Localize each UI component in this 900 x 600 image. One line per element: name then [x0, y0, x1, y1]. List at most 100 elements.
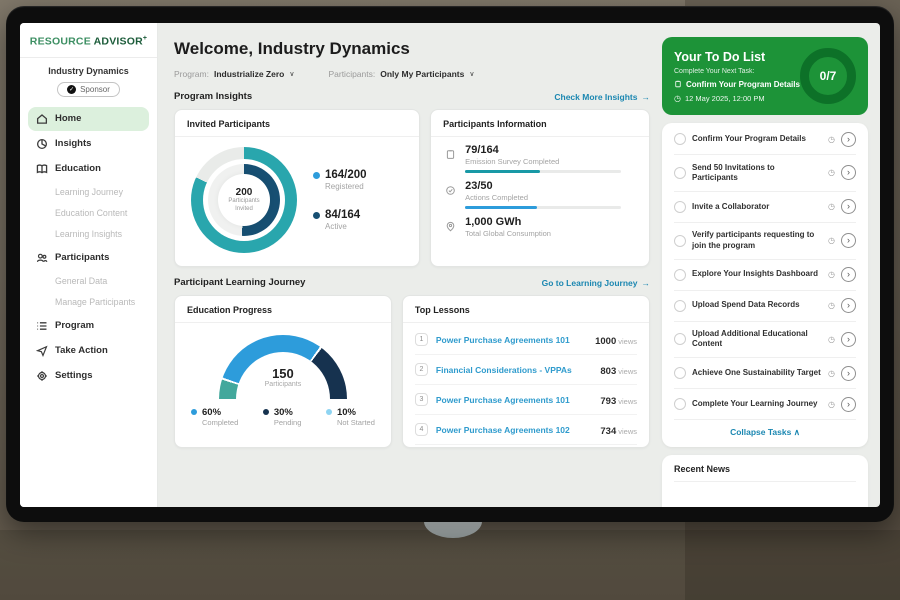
collapse-tasks-link[interactable]: Collapse Tasks ∧ — [674, 420, 856, 440]
chevron-right-button[interactable]: › — [841, 132, 856, 147]
participants-dropdown[interactable]: Participants: Only My Participants ∨ — [328, 69, 474, 79]
gauge-center-value: 150 — [272, 366, 294, 381]
sidebar-item-home[interactable]: Home — [28, 107, 149, 131]
task-row[interactable]: Upload Additional Educational Content ◷ … — [674, 322, 856, 359]
donut-center-label: Invited — [235, 206, 253, 214]
views-unit: views — [618, 337, 637, 346]
home-icon — [36, 113, 48, 125]
sidebar-item-label: Education — [55, 163, 101, 174]
education-legend: 60% Completed 30% Pending 10% Not Starte… — [175, 401, 391, 427]
todo-next-task: Confirm Your Program Details — [674, 80, 800, 89]
views-unit: views — [618, 427, 637, 436]
link-label: Go to Learning Journey — [542, 278, 638, 288]
task-row[interactable]: Verify participants requesting to join t… — [674, 223, 856, 260]
check-more-insights-link[interactable]: Check More Insights → — [554, 92, 650, 102]
lesson-link[interactable]: Financial Considerations - VPPAs — [436, 365, 592, 375]
chevron-right-button[interactable]: › — [841, 397, 856, 412]
chevron-down-icon: ∨ — [469, 70, 474, 78]
todo-datetime-label: 12 May 2025, 12:00 PM — [685, 94, 765, 103]
sidebar-item-program[interactable]: Program — [28, 314, 149, 338]
monitor-bezel: RESOURCE ADVISOR+ Industry Dynamics ✓ Sp… — [6, 6, 894, 522]
chevron-right-button[interactable]: › — [841, 267, 856, 282]
legend-dot — [313, 172, 320, 179]
legend-dot — [326, 409, 332, 415]
divider — [20, 57, 157, 58]
book-icon — [36, 163, 48, 175]
task-checkbox[interactable] — [674, 201, 686, 213]
legend-dot — [191, 409, 197, 415]
legend-item-completed: 60% Completed — [191, 407, 238, 427]
task-checkbox[interactable] — [674, 333, 686, 345]
sidebar-item-education[interactable]: Education — [28, 157, 149, 181]
lesson-link[interactable]: Power Purchase Agreements 101 — [436, 335, 587, 345]
recent-news-title: Recent News — [674, 464, 856, 482]
timer-icon: ◷ — [828, 202, 835, 211]
progress-track — [465, 170, 621, 173]
sidebar-item-label: Program — [55, 320, 94, 331]
views-count: 1000 — [595, 336, 616, 347]
sidebar-item-learning-insights[interactable]: Learning Insights — [28, 224, 149, 245]
go-to-learning-journey-link[interactable]: Go to Learning Journey → — [542, 278, 650, 288]
legend-label: Pending — [274, 418, 302, 427]
lesson-row[interactable]: 2 Financial Considerations - VPPAs 803vi… — [415, 355, 637, 385]
progress-track — [465, 206, 621, 209]
program-insights-header: Program Insights Check More Insights → — [174, 91, 650, 102]
task-row[interactable]: Complete Your Learning Journey ◷ › — [674, 389, 856, 420]
task-checkbox[interactable] — [674, 398, 686, 410]
lesson-row[interactable]: 4 Power Purchase Agreements 102 734views — [415, 415, 637, 445]
sidebar-item-insights[interactable]: Insights — [28, 132, 149, 156]
todo-next-task-label: Confirm Your Program Details — [686, 80, 800, 89]
lesson-row[interactable]: 1 Power Purchase Agreements 101 1000view… — [415, 325, 637, 355]
task-row[interactable]: Send 50 Invitations to Participants ◷ › — [674, 155, 856, 192]
chevron-right-button[interactable]: › — [841, 366, 856, 381]
task-label: Upload Spend Data Records — [692, 300, 822, 310]
sidebar-item-learning-journey[interactable]: Learning Journey — [28, 182, 149, 203]
chevron-right-button[interactable]: › — [841, 332, 856, 347]
sidebar-item-take-action[interactable]: Take Action — [28, 339, 149, 363]
education-progress-card: Education Progress 150 Participants 60% … — [174, 295, 392, 448]
people-icon — [36, 252, 48, 264]
lesson-row[interactable]: 3 Power Purchase Agreements 101 793views — [415, 385, 637, 415]
lessons-list: 1 Power Purchase Agreements 101 1000view… — [403, 323, 649, 448]
task-row[interactable]: Invite a Collaborator ◷ › — [674, 192, 856, 223]
task-row[interactable]: Explore Your Insights Dashboard ◷ › — [674, 260, 856, 291]
task-checkbox[interactable] — [674, 367, 686, 379]
sidebar-item-settings[interactable]: Settings — [28, 364, 149, 388]
sidebar-item-participants[interactable]: Participants — [28, 246, 149, 270]
chevron-right-button[interactable]: › — [841, 233, 856, 248]
card-title: Top Lessons — [403, 296, 649, 323]
legend-label: Registered — [325, 182, 367, 191]
info-value: 1,000 GWh — [465, 216, 635, 228]
take-action-icon — [36, 345, 48, 357]
task-row[interactable]: Confirm Your Program Details ◷ › — [674, 124, 856, 155]
sidebar-item-manage-participants[interactable]: Manage Participants — [28, 292, 149, 313]
program-dropdown[interactable]: Program: Industrialize Zero ∨ — [174, 69, 294, 79]
views-count: 793 — [600, 396, 616, 407]
legend-value: 10% — [337, 407, 375, 418]
timer-icon: ◷ — [828, 369, 835, 378]
chevron-right-button[interactable]: › — [841, 298, 856, 313]
donut-center: 200 Participants Invited — [218, 174, 270, 226]
lesson-link[interactable]: Power Purchase Agreements 102 — [436, 425, 592, 435]
lesson-row[interactable]: 5 Power Purchase Agreements 103 600views — [415, 445, 637, 448]
chevron-right-button[interactable]: › — [841, 165, 856, 180]
task-checkbox[interactable] — [674, 167, 686, 179]
lesson-link[interactable]: Power Purchase Agreements 101 — [436, 395, 592, 405]
recent-news-card: Recent News — [662, 455, 868, 507]
task-row[interactable]: Upload Spend Data Records ◷ › — [674, 291, 856, 322]
logo-text-secondary: ADVISOR — [94, 36, 143, 48]
chevron-up-icon: ∧ — [794, 427, 800, 437]
todo-progress-value: 0/7 — [820, 69, 837, 83]
legend-value: 164/200 — [325, 169, 367, 181]
task-checkbox[interactable] — [674, 300, 686, 312]
chevron-right-button[interactable]: › — [841, 199, 856, 214]
invited-participants-card: Invited Participants 200 Participants In… — [174, 109, 420, 267]
sidebar-item-general-data[interactable]: General Data — [28, 271, 149, 292]
task-checkbox[interactable] — [674, 133, 686, 145]
task-checkbox[interactable] — [674, 269, 686, 281]
task-checkbox[interactable] — [674, 235, 686, 247]
sidebar-item-education-content[interactable]: Education Content — [28, 203, 149, 224]
task-row[interactable]: Achieve One Sustainability Target ◷ › — [674, 358, 856, 389]
sponsor-icon: ✓ — [67, 85, 76, 94]
info-label: Actions Completed — [465, 193, 635, 202]
